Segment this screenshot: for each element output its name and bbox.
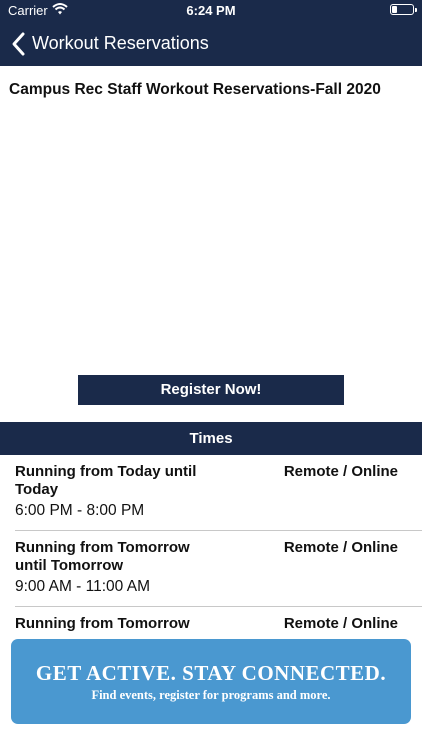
register-now-button[interactable]: Register Now!	[78, 375, 344, 405]
banner-subtext: Find events, register for programs and m…	[91, 688, 331, 702]
battery-icon	[390, 4, 417, 15]
time-slot-dates: Running from Tomorrow	[15, 615, 190, 632]
times-header: Times	[0, 422, 422, 455]
time-slot-location: Remote / Online	[283, 463, 398, 480]
time-slot-hours: 9:00 AM - 11:00 AM	[15, 578, 150, 595]
nav-title[interactable]: Workout Reservations	[32, 33, 209, 54]
time-slot-row[interactable]: Running from Tomorrow Remote / Online	[0, 607, 422, 639]
time-slot-row[interactable]: Running from Tomorrow until Tomorrow 9:0…	[0, 531, 422, 607]
time-slot-dates: Running from Today until Today	[15, 463, 197, 498]
status-bar: Carrier 6:24 PM	[0, 0, 422, 22]
banner-headline: GET ACTIVE. STAY CONNECTED.	[35, 661, 387, 685]
promo-banner[interactable]: GET ACTIVE. STAY CONNECTED. Find events,…	[11, 639, 411, 724]
time-slot-location: Remote / Online	[283, 615, 398, 632]
time-slot-row[interactable]: Running from Today until Today 6:00 PM -…	[0, 455, 422, 531]
back-chevron-icon[interactable]	[10, 31, 34, 57]
status-time: 6:24 PM	[186, 3, 236, 18]
time-slot-location: Remote / Online	[283, 539, 398, 556]
time-slot-dates: Running from Tomorrow until Tomorrow	[15, 539, 190, 574]
nav-bar: Workout Reservations	[0, 22, 422, 66]
page-title: Campus Rec Staff Workout Reservations-Fa…	[9, 81, 381, 98]
time-slot-hours: 6:00 PM - 8:00 PM	[15, 502, 145, 519]
